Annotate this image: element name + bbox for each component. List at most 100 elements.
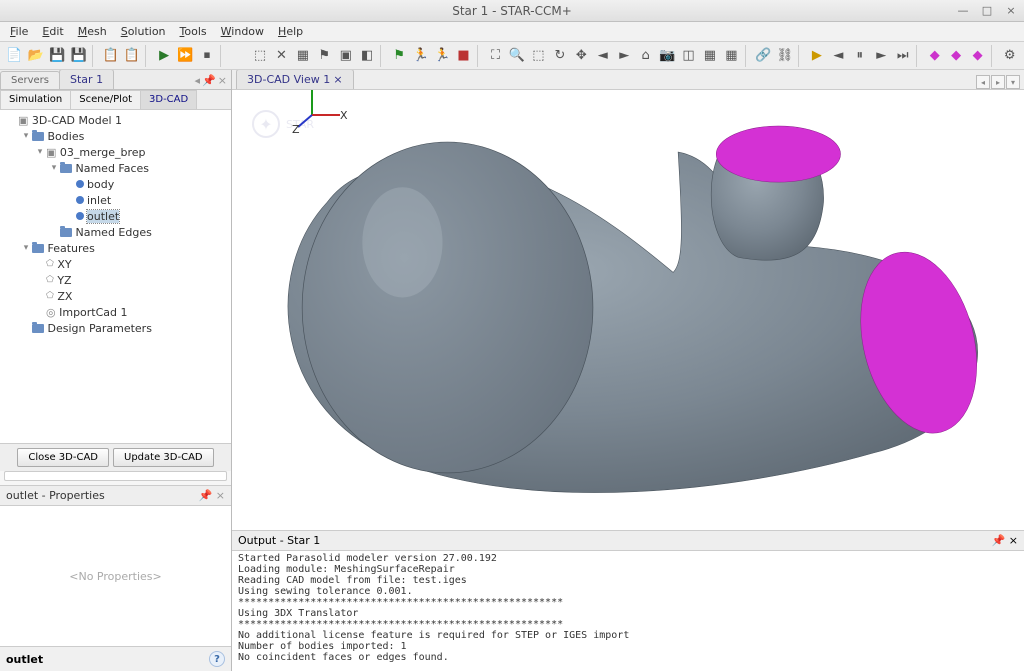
halt-icon[interactable]: ■ (453, 45, 473, 67)
3d-viewport[interactable]: ✦ STAR (232, 90, 1024, 530)
subtab-sceneplot[interactable]: Scene/Plot (70, 90, 141, 109)
view-next-icon[interactable]: ▸ (991, 75, 1005, 89)
menu-tools[interactable]: Tools (174, 23, 213, 40)
menu-window[interactable]: Window (215, 23, 270, 40)
pink1-icon[interactable]: ◆ (925, 45, 945, 67)
prev-icon[interactable]: ◄ (828, 45, 848, 67)
help-icon[interactable]: ? (209, 651, 225, 667)
runner-icon[interactable]: 🏃 (432, 45, 452, 67)
saveall-icon[interactable]: 💾 (68, 45, 88, 67)
view-prev-icon[interactable]: ◂ (976, 75, 990, 89)
output-pin-icon[interactable]: 📌 (992, 534, 1006, 547)
copy-icon[interactable]: 📋 (100, 45, 120, 67)
play2-icon[interactable]: ▶ (807, 45, 827, 67)
persp-icon[interactable]: ◫ (678, 45, 698, 67)
tree-merge-brep[interactable]: ▾▣ 03_merge_brep (2, 144, 229, 160)
tree-model-root[interactable]: ▣ 3D-CAD Model 1 (2, 112, 229, 128)
pan-icon[interactable]: ✥ (571, 45, 591, 67)
props-pin-icon[interactable]: 📌 (199, 489, 213, 502)
tree-plane-yz[interactable]: ⬠ YZ (2, 272, 229, 288)
output-console[interactable]: Started Parasolid modeler version 27.00.… (232, 551, 1024, 671)
tree-bodies[interactable]: ▾ Bodies (2, 128, 229, 144)
folder-icon (32, 132, 44, 141)
menu-solution[interactable]: Solution (115, 23, 172, 40)
menu-bar: File Edit Mesh Solution Tools Window Hel… (0, 22, 1024, 42)
left-panel-tabs: Servers Star 1 ◂📌× (0, 70, 231, 90)
menu-edit[interactable]: Edit (36, 23, 69, 40)
person-icon[interactable]: 🏃 (410, 45, 430, 67)
output-close-icon[interactable]: × (1009, 534, 1018, 547)
minimize-button[interactable]: — (954, 4, 972, 18)
fwd-icon[interactable]: ► (614, 45, 634, 67)
close-3dcad-button[interactable]: Close 3D-CAD (17, 448, 109, 467)
close-window-button[interactable]: × (1002, 4, 1020, 18)
end-icon[interactable]: ⏭ (892, 45, 912, 67)
update-3dcad-button[interactable]: Update 3D-CAD (113, 448, 214, 467)
tree-importcad[interactable]: ◎ ImportCad 1 (2, 304, 229, 320)
right-panel: 3D-CAD View 1 × ◂ ▸ ▾ ✦ STAR (232, 70, 1024, 671)
plane-icon: ⬠ (46, 291, 54, 301)
region-icon[interactable]: ▦ (293, 45, 313, 67)
step-icon[interactable]: ⏩ (175, 45, 195, 67)
close-tab-icon[interactable]: × (333, 73, 342, 86)
left-prev-icon[interactable]: ◂ (195, 74, 201, 87)
tree-face-outlet[interactable]: outlet (2, 208, 229, 224)
tree-face-body[interactable]: body (2, 176, 229, 192)
unlink-icon[interactable]: ⛓ (775, 45, 795, 67)
paste-icon[interactable]: 📋 (122, 45, 142, 67)
pink2-icon[interactable]: ◆ (946, 45, 966, 67)
select-icon[interactable]: ⬚ (250, 45, 270, 67)
save-icon[interactable]: 💾 (47, 45, 67, 67)
pause-icon[interactable]: ⏸ (850, 45, 870, 67)
stop-icon[interactable]: ⏹ (197, 45, 217, 67)
tree-plane-xy[interactable]: ⬠ XY (2, 256, 229, 272)
flag-icon[interactable]: ⚑ (314, 45, 334, 67)
grid2-icon[interactable]: ▦ (721, 45, 741, 67)
home-icon[interactable]: ⌂ (635, 45, 655, 67)
axis-triad-icon: Y X Z (292, 90, 1024, 515)
tree-plane-zx[interactable]: ⬠ ZX (2, 288, 229, 304)
box-icon[interactable]: ▣ (336, 45, 356, 67)
menu-help[interactable]: Help (272, 23, 309, 40)
subtab-simulation[interactable]: Simulation (0, 90, 71, 109)
subtab-3dcad[interactable]: 3D-CAD (140, 90, 197, 109)
svg-text:Z: Z (292, 123, 300, 136)
next-icon[interactable]: ► (871, 45, 891, 67)
run-flag-icon[interactable]: ⚑ (389, 45, 409, 67)
pink3-icon[interactable]: ◆ (967, 45, 987, 67)
link-icon[interactable]: 🔗 (753, 45, 773, 67)
tree-named-faces[interactable]: ▾ Named Faces (2, 160, 229, 176)
tab-3dcad-view[interactable]: 3D-CAD View 1 × (236, 70, 354, 89)
tab-star1[interactable]: Star 1 (59, 70, 114, 89)
open-icon[interactable]: 📂 (25, 45, 45, 67)
zoomin-icon[interactable]: 🔍 (507, 45, 527, 67)
menu-file[interactable]: File (4, 23, 34, 40)
tab-servers[interactable]: Servers (0, 71, 60, 89)
fit-icon[interactable]: ⛶ (485, 45, 505, 67)
tree-face-inlet[interactable]: inlet (2, 192, 229, 208)
props-close-icon[interactable]: × (216, 489, 225, 502)
measure-icon[interactable]: ✕ (271, 45, 291, 67)
tree-design-parameters[interactable]: Design Parameters (2, 320, 229, 336)
new-icon[interactable]: 📄 (4, 45, 24, 67)
rotate-icon[interactable]: ↻ (550, 45, 570, 67)
play-icon[interactable]: ▶ (154, 45, 174, 67)
plane-icon: ⬠ (46, 275, 54, 285)
camera-icon[interactable]: 📷 (657, 45, 677, 67)
gear-icon[interactable]: ⚙ (999, 45, 1019, 67)
menu-mesh[interactable]: Mesh (72, 23, 113, 40)
back-icon[interactable]: ◄ (593, 45, 613, 67)
selected-name-label: outlet (6, 653, 209, 666)
tree-named-edges[interactable]: Named Edges (2, 224, 229, 240)
cube-icon[interactable]: ◧ (357, 45, 377, 67)
maximize-button[interactable]: □ (978, 4, 996, 18)
view-menu-icon[interactable]: ▾ (1006, 75, 1020, 89)
zoomsel-icon[interactable]: ⬚ (528, 45, 548, 67)
tree-features[interactable]: ▾ Features (2, 240, 229, 256)
model-tree: ▣ 3D-CAD Model 1 ▾ Bodies ▾▣ 03_merge_br… (0, 110, 231, 443)
window-titlebar: Star 1 - STAR-CCM+ — □ × (0, 0, 1024, 22)
grid-icon[interactable]: ▦ (700, 45, 720, 67)
left-close-icon[interactable]: × (218, 74, 227, 87)
view-tabs: 3D-CAD View 1 × ◂ ▸ ▾ (232, 70, 1024, 90)
left-pin-icon[interactable]: 📌 (202, 74, 216, 87)
